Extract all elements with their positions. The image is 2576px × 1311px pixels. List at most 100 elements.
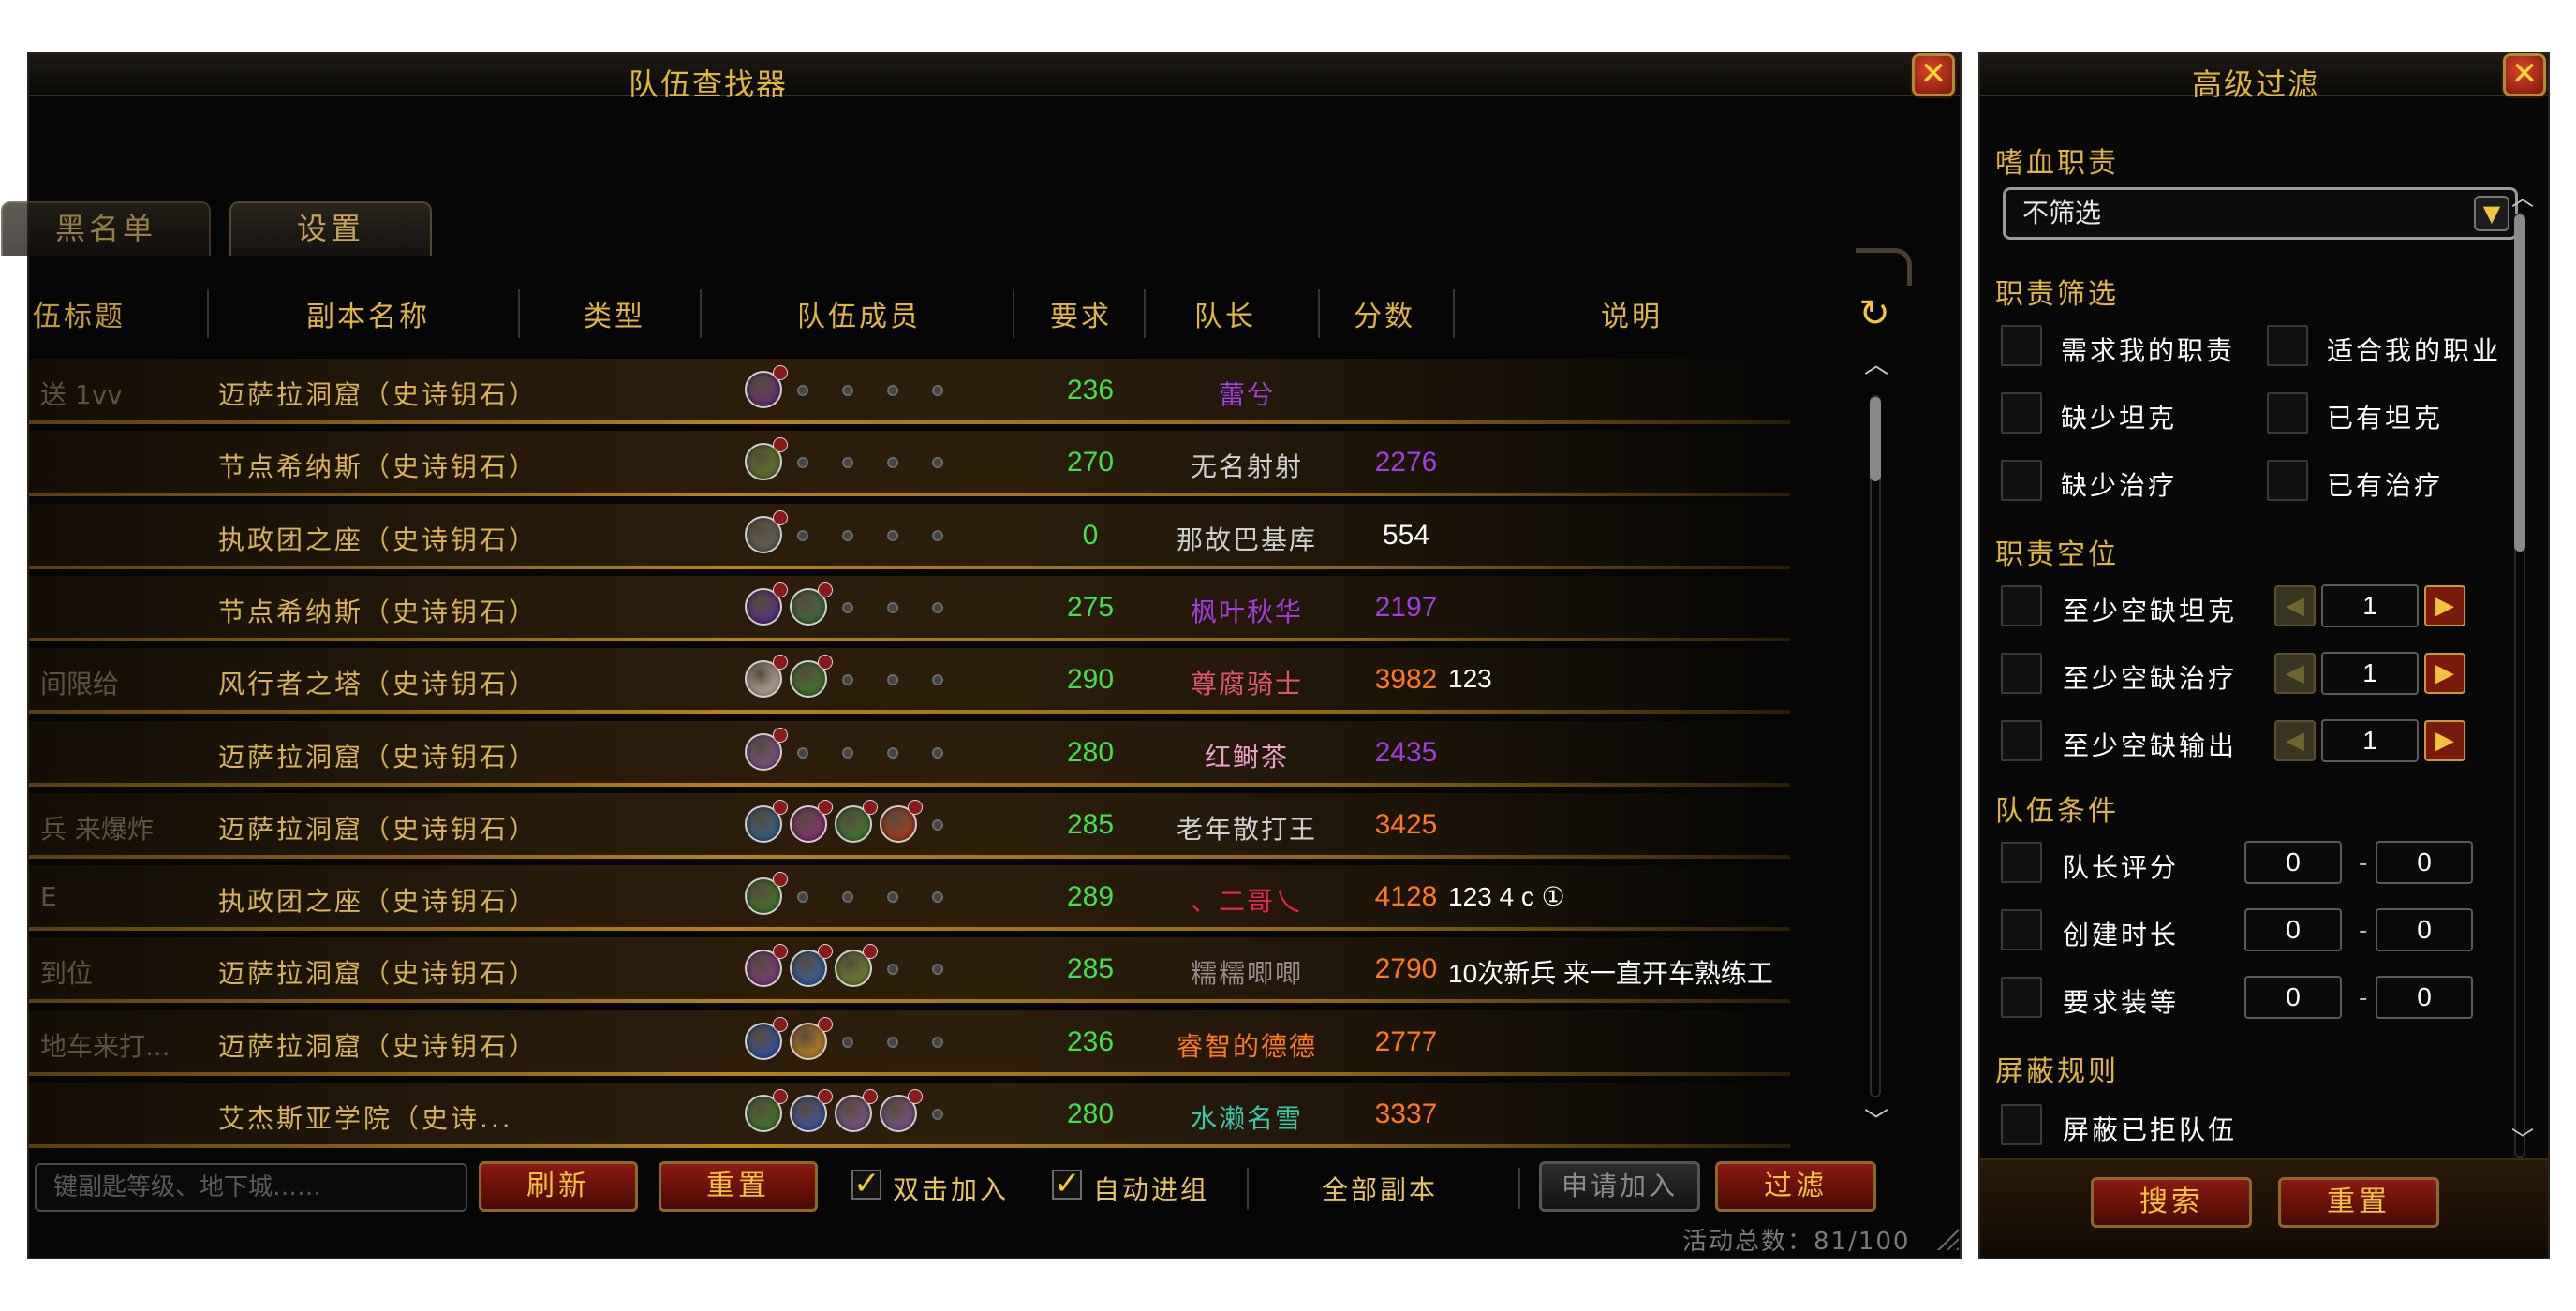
refresh-icon[interactable]: ↻ — [1856, 295, 1893, 332]
row-divider — [29, 999, 1790, 1004]
stepper-increase-icon[interactable]: ▶ — [2424, 653, 2465, 694]
apply-join-button[interactable]: 申请加入 — [1539, 1161, 1700, 1212]
table-row[interactable]: E 执政团之座（史诗钥石） 289 、二哥乀 4128 123 4 c ① — [29, 865, 1790, 932]
member-class-icon — [790, 655, 833, 699]
slot-count-field[interactable]: 1 — [2321, 719, 2419, 762]
slot-checkbox[interactable] — [2001, 653, 2042, 694]
col-header-requirement[interactable]: 要求 — [1050, 293, 1112, 334]
title-bar[interactable]: 队伍查找器 — [29, 53, 1960, 102]
col-header-leader[interactable]: 队长 — [1194, 293, 1256, 334]
auto-group-checkbox[interactable]: ✓ — [1052, 1168, 1082, 1200]
stepper-decrease-icon[interactable]: ◀ — [2274, 585, 2316, 626]
table-row[interactable]: 迈萨拉洞窟（史诗钥石） 280 红鲥茶 2435 — [29, 720, 1790, 787]
role-badge-icon — [773, 1016, 788, 1032]
role-filter-checkbox[interactable] — [2267, 460, 2308, 501]
close-icon[interactable]: ✕ — [1912, 53, 1955, 96]
toolbar-divider — [1247, 1168, 1249, 1209]
chevron-down-icon[interactable]: ▼ — [2474, 196, 2509, 231]
empty-slot-icon — [887, 1036, 898, 1048]
condition-checkbox[interactable] — [2001, 977, 2042, 1018]
condition-checkbox[interactable] — [2001, 842, 2042, 883]
condition-max-field[interactable]: 0 — [2376, 976, 2473, 1019]
tab-settings[interactable]: 设置 — [229, 201, 432, 256]
all-dungeons-selector[interactable]: 全部副本 — [1322, 1170, 1438, 1207]
row-score: 2435 — [1374, 736, 1438, 768]
row-score: 2197 — [1374, 591, 1438, 623]
role-filter-checkbox[interactable] — [2001, 392, 2042, 434]
role-filter-checkbox[interactable] — [2267, 325, 2308, 366]
refresh-button[interactable]: 刷新 — [479, 1161, 638, 1212]
filter-scroll-up-icon[interactable]: ︿ — [2510, 179, 2535, 212]
stepper-increase-icon[interactable]: ▶ — [2424, 720, 2465, 761]
member-class-icon — [835, 799, 878, 843]
empty-slot-icon — [842, 385, 853, 396]
slot-count-field[interactable]: 1 — [2321, 652, 2419, 695]
table-row[interactable]: 地车来打... 迈萨拉洞窟（史诗钥石） 236 睿智的德德 2777 — [29, 1009, 1790, 1076]
filter-scroll-down-icon[interactable]: ﹀ — [2510, 1121, 2535, 1154]
table-row[interactable]: 间限给 风行者之塔（史诗钥石） 290 尊腐骑士 3982 123 — [29, 648, 1790, 714]
role-filter-checkbox[interactable] — [2001, 460, 2042, 501]
row-divider — [29, 565, 1790, 569]
role-badge-icon — [863, 799, 878, 815]
row-divider — [29, 420, 1790, 424]
table-row[interactable]: 节点希纳斯（史诗钥石） 270 无名射射 2276 — [29, 431, 1790, 497]
row-divider — [29, 1144, 1790, 1148]
scroll-down-icon[interactable]: ﹀ — [1862, 1110, 1890, 1134]
row-title: 送 1vv — [40, 379, 123, 410]
empty-slot-icon — [887, 601, 898, 613]
condition-checkbox[interactable] — [2001, 909, 2042, 950]
stepper-decrease-icon[interactable]: ◀ — [2274, 720, 2316, 761]
search-button[interactable]: 搜索 — [2091, 1177, 2252, 1228]
col-header-members[interactable]: 队伍成员 — [797, 293, 921, 334]
stepper-decrease-icon[interactable]: ◀ — [2274, 653, 2316, 694]
scrollbar-thumb[interactable] — [1870, 397, 1881, 481]
table-row[interactable]: 兵 来爆炸 迈萨拉洞窟（史诗钥石） 285 老年散打王 3425 — [29, 792, 1790, 859]
filter-title-bar[interactable]: 高级过滤 — [1980, 53, 2548, 102]
condition-min-field[interactable]: 0 — [2244, 841, 2342, 884]
double-click-join-checkbox[interactable]: ✓ — [851, 1168, 881, 1200]
slot-checkbox[interactable] — [2001, 720, 2042, 761]
condition-max-field[interactable]: 0 — [2376, 908, 2473, 951]
scrollbar-track[interactable] — [1870, 395, 1881, 1097]
slot-checkbox[interactable] — [2001, 585, 2042, 626]
table-row[interactable]: 艾杰斯亚学院（史诗... 280 水濑名雪 3337 — [29, 1083, 1790, 1148]
scroll-up-icon[interactable]: ︿ — [1862, 353, 1890, 377]
role-filter-checkbox[interactable] — [2001, 325, 2042, 366]
row-requirement: 290 — [1066, 664, 1115, 696]
col-header-score[interactable]: 分数 — [1354, 293, 1415, 334]
table-row[interactable]: 执政团之座（史诗钥石） 0 那故巴基库 554 — [29, 503, 1790, 569]
col-header-type[interactable]: 类型 — [584, 293, 645, 334]
row-leader: 蕾兮 — [1218, 379, 1275, 410]
filter-close-icon[interactable]: ✕ — [2503, 53, 2546, 96]
row-title: 到位 — [40, 958, 94, 990]
member-class-icon — [835, 944, 878, 988]
role-type-dropdown[interactable]: 不筛选 ▼ — [2003, 187, 2518, 240]
filter-button[interactable]: 过滤 — [1715, 1161, 1876, 1212]
col-header-dungeon[interactable]: 副本名称 — [306, 293, 430, 334]
col-header-note[interactable]: 说明 — [1601, 293, 1663, 334]
empty-slot-icon — [932, 891, 943, 904]
advanced-filter-window: 高级过滤 ✕ 嗜血职责 不筛选 ▼ 职责筛选 需求我的职责 适合我的职业 缺少坦克已… — [1978, 52, 2550, 1259]
role-badge-icon — [863, 1089, 878, 1104]
table-row[interactable]: 送 1vv 迈萨拉洞窟（史诗钥石） 236 蕾兮 — [29, 359, 1790, 424]
condition-max-field[interactable]: 0 — [2376, 841, 2473, 884]
resize-grip-icon[interactable] — [1931, 1222, 1959, 1250]
tab-blacklist[interactable]: 黑名单 — [1, 201, 211, 256]
row-score: 3337 — [1374, 1098, 1438, 1129]
role-badge-icon — [773, 799, 788, 815]
condition-min-field[interactable]: 0 — [2244, 976, 2342, 1019]
empty-slot-icon — [842, 529, 853, 541]
filter-scrollbar-thumb[interactable] — [2514, 214, 2525, 552]
member-class-icon — [745, 1089, 788, 1132]
reset-button[interactable]: 重置 — [659, 1161, 818, 1212]
condition-min-field[interactable]: 0 — [2244, 908, 2342, 951]
table-row[interactable]: 节点希纳斯（史诗钥石） 275 枫叶秋华 2197 — [29, 575, 1790, 641]
col-header-title[interactable]: 伍标题 — [33, 293, 126, 334]
filter-reset-button[interactable]: 重置 — [2278, 1177, 2439, 1228]
block-rejected-checkbox[interactable] — [2001, 1104, 2042, 1145]
slot-count-field[interactable]: 1 — [2321, 584, 2419, 627]
search-input[interactable]: 键副匙等级、地下城…… — [35, 1163, 467, 1212]
table-row[interactable]: 到位 迈萨拉洞窟（史诗钥石） 285 糯糯唧唧 2790 10次新兵 来一直开车熟练工 — [29, 937, 1790, 1004]
role-filter-checkbox[interactable] — [2267, 392, 2308, 434]
stepper-increase-icon[interactable]: ▶ — [2424, 585, 2465, 626]
